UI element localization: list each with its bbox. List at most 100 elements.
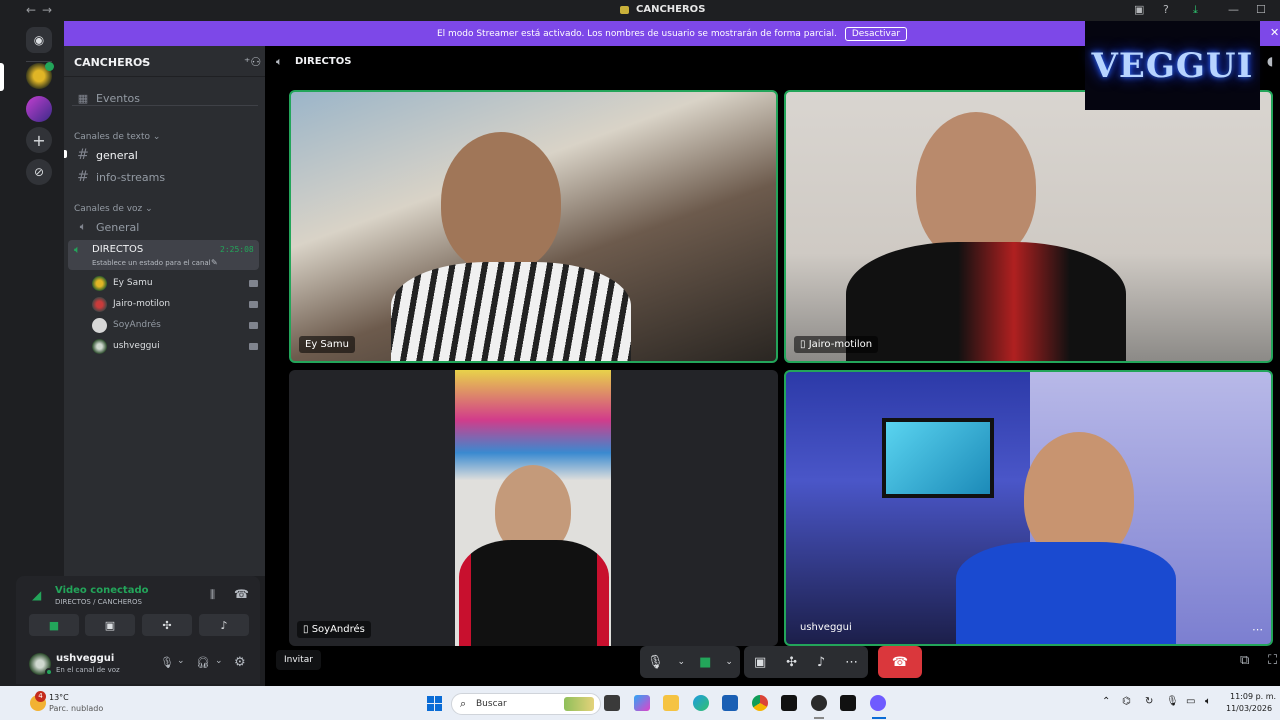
copilot-icon[interactable] xyxy=(634,695,650,711)
text-category[interactable]: Canales de texto ⌄ xyxy=(74,132,160,142)
soundboard-button[interactable]: ♪ xyxy=(199,614,249,636)
chevron-up-icon[interactable]: ⌃ xyxy=(1102,696,1110,707)
user-name[interactable]: ushveggui xyxy=(56,653,114,664)
windows-start-icon[interactable] xyxy=(427,696,442,711)
video-camera-icon: ■ xyxy=(48,618,60,632)
display-icon[interactable]: ▭ xyxy=(1186,696,1195,707)
help-icon[interactable]: ? xyxy=(1163,3,1169,16)
volume-icon[interactable]: 🔈︎ xyxy=(1205,696,1211,707)
video-tile[interactable]: Ey Samu xyxy=(289,90,778,363)
server-two-icon[interactable] xyxy=(26,96,52,122)
microphone-icon[interactable]: 🎙︎ xyxy=(647,655,664,670)
channel-info-streams-label: info-streams xyxy=(96,170,166,184)
speaker-icon: 🔈︎ xyxy=(79,220,87,233)
unread-indicator xyxy=(64,150,67,158)
screen-share-icon[interactable]: ▣ xyxy=(1134,3,1144,16)
member-name: SoyAndrés xyxy=(113,320,161,330)
store-icon[interactable] xyxy=(722,695,738,711)
headphones-icon[interactable]: 🎧︎ xyxy=(196,656,210,669)
chevron-down-icon[interactable]: ⌄ xyxy=(215,656,223,666)
discord-icon[interactable] xyxy=(870,695,886,711)
gear-icon[interactable]: ⚙ xyxy=(234,655,246,670)
epic-games-icon[interactable] xyxy=(781,695,797,711)
chat-icon[interactable]: ◖ xyxy=(1267,54,1273,68)
voice-member[interactable]: Ey Samu xyxy=(92,273,258,293)
hash-icon: # xyxy=(77,147,89,163)
soundboard-icon[interactable]: ♪ xyxy=(817,655,825,670)
disconnect-button[interactable]: ☎ xyxy=(878,646,922,678)
forward-arrow-icon[interactable]: → xyxy=(42,3,52,17)
chevron-down-icon[interactable]: ⌄ xyxy=(678,657,686,667)
voice-member[interactable]: ushveggui xyxy=(92,336,258,356)
activities-icon[interactable]: ✣ xyxy=(786,655,797,670)
participant-name: SoyAndrés xyxy=(311,624,365,635)
participant-name-label: Ey Samu xyxy=(299,336,355,353)
obs-icon[interactable] xyxy=(811,695,827,711)
video-tile[interactable]: ushveggui ⋯ xyxy=(784,370,1273,646)
back-arrow-icon[interactable]: ← xyxy=(26,3,36,17)
voice-member[interactable]: Jairo-motilon xyxy=(92,294,258,314)
server-name[interactable]: CANCHEROS xyxy=(74,56,150,69)
channel-info-streams[interactable]: # info-streams xyxy=(72,167,258,187)
voice-location[interactable]: DIRECTOS / CANCHEROS xyxy=(55,598,142,606)
sync-icon[interactable]: ↻ xyxy=(1145,696,1153,707)
channel-general[interactable]: # general xyxy=(72,145,258,165)
maximize-icon[interactable]: ☐ xyxy=(1256,3,1266,16)
minimize-icon[interactable]: — xyxy=(1228,3,1239,16)
fullscreen-icon[interactable]: ⛶ xyxy=(1268,653,1277,668)
add-server-icon[interactable]: + xyxy=(26,127,52,153)
stream-overlay-logo: VEGGUI xyxy=(1085,21,1260,110)
screen-share-button[interactable]: ▣ xyxy=(85,614,135,636)
participant-video xyxy=(882,418,994,498)
add-member-icon[interactable]: ⁺⚇ xyxy=(244,55,261,69)
network-icon[interactable]: ⌬ xyxy=(1122,696,1131,707)
chevron-down-icon[interactable]: ⌄ xyxy=(140,55,148,66)
explore-icon[interactable]: ⊘ xyxy=(26,159,52,185)
file-explorer-icon[interactable] xyxy=(663,695,679,711)
search-icon: ⌕ xyxy=(460,697,467,710)
clock-time[interactable]: 11:09 p. m. xyxy=(1230,692,1276,701)
download-icon[interactable]: ⤓ xyxy=(1193,3,1198,17)
video-camera-icon[interactable]: ■ xyxy=(699,655,711,670)
video-tile[interactable]: ▯ Jairo-motilon xyxy=(784,90,1273,363)
task-view-icon[interactable] xyxy=(604,695,620,711)
text-category-label: Canales de texto xyxy=(74,132,150,142)
soundboard-icon: ♪ xyxy=(220,618,228,632)
invite-button[interactable]: Invitar xyxy=(276,650,321,670)
chrome-icon[interactable] xyxy=(752,695,768,711)
temperature: 13°C xyxy=(49,693,69,702)
edge-icon[interactable] xyxy=(693,695,709,711)
close-banner-icon[interactable]: ✕ xyxy=(1270,26,1279,39)
channel-status-hint[interactable]: Establece un estado para el canal xyxy=(92,259,211,267)
disable-streamer-button[interactable]: Desactivar xyxy=(844,26,908,41)
more-options-icon[interactable]: ⋯ xyxy=(845,655,858,670)
camera-button[interactable]: ■ xyxy=(29,614,79,636)
voice-member[interactable]: SoyAndrés xyxy=(92,315,258,335)
title-bar: ← → CANCHEROS ▣ ? ⤓ — ☐ xyxy=(0,0,1280,21)
disconnect-icon[interactable]: ☎ xyxy=(234,587,249,601)
media-controls-group: 🎙︎ ⌄ ■ ⌄ xyxy=(640,646,740,678)
video-stage: 🔈︎ DIRECTOS Ey Samu ▯ Jairo-motilon ▯ So… xyxy=(265,21,1280,686)
chevron-down-icon[interactable]: ⌄ xyxy=(725,657,733,667)
more-options-icon[interactable]: ⋯ xyxy=(1252,623,1263,636)
tiktok-icon[interactable] xyxy=(840,695,856,711)
noise-suppression-icon[interactable]: ⫼ xyxy=(210,588,215,602)
member-name: Jairo-motilon xyxy=(113,299,171,309)
discord-home-icon[interactable]: ◉ xyxy=(26,27,52,53)
speaker-icon: 🔈︎ xyxy=(276,55,283,68)
microphone-icon[interactable]: 🎙︎ xyxy=(160,656,174,669)
voice-channel-general[interactable]: 🔈︎ General xyxy=(72,217,258,237)
video-tile[interactable]: ▯ SoyAndrés xyxy=(289,370,778,646)
taskbar-search[interactable]: ⌕ Buscar xyxy=(451,693,601,715)
screen-share-icon[interactable]: ▣ xyxy=(754,655,766,670)
chevron-down-icon[interactable]: ⌄ xyxy=(177,656,185,666)
signal-icon[interactable]: ◢ xyxy=(32,588,41,602)
clock-date[interactable]: 11/03/2026 xyxy=(1226,704,1272,713)
activities-button[interactable]: ✣ xyxy=(142,614,192,636)
pencil-icon[interactable]: ✎ xyxy=(211,258,218,267)
voice-category[interactable]: Canales de voz ⌄ xyxy=(74,204,153,214)
avatar xyxy=(92,275,107,291)
popout-icon[interactable]: ⧉ xyxy=(1240,653,1249,668)
microphone-icon[interactable]: 🎙︎ xyxy=(1166,696,1179,707)
voice-channel-directos[interactable]: 🔈︎ DIRECTOS 2:25:08 Establece un estado … xyxy=(68,240,259,270)
